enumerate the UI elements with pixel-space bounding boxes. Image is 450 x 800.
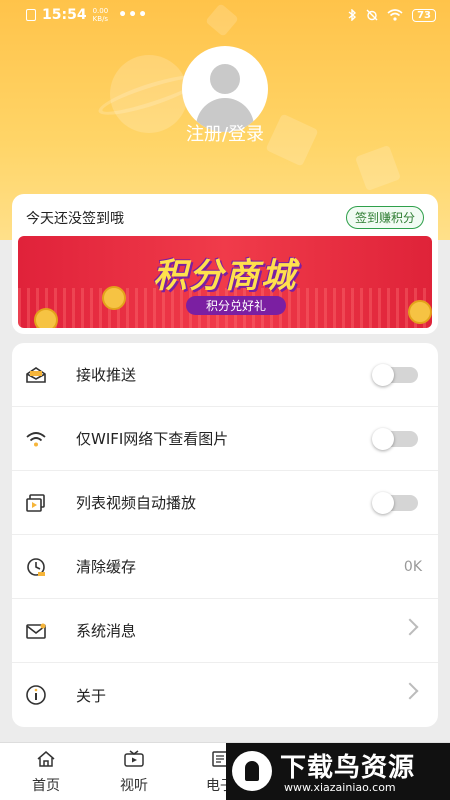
network-speed: 0.00 KB/s: [93, 7, 109, 23]
watermark-url: www.xiazainiao.com: [284, 781, 396, 794]
points-mall-banner[interactable]: 积分商城 积分兑好礼: [18, 236, 432, 328]
chevron-right-icon: [401, 618, 419, 636]
autoplay-toggle[interactable]: [372, 492, 418, 514]
settings-label: 列表视频自动播放: [76, 494, 197, 512]
wifi-icon: [24, 427, 48, 451]
settings-list: 接收推送 仅WIFI网络下查看图片 列表视频自动播放 清除缓存 0K 系统消息 …: [12, 343, 438, 727]
status-bar: 15:54 0.00 KB/s ••• 73: [0, 0, 450, 30]
coin-decoration: [34, 308, 58, 328]
settings-row-autoplay[interactable]: 列表视频自动播放: [12, 471, 438, 535]
video-list-icon: [24, 491, 48, 515]
login-register-link[interactable]: 注册/登录: [0, 120, 450, 146]
tv-icon: [104, 749, 164, 769]
push-toggle[interactable]: [372, 364, 418, 386]
envelope-open-icon: [24, 363, 48, 387]
battery-indicator: 73: [412, 8, 436, 22]
chevron-right-icon: [401, 682, 419, 700]
banner-title: 积分商城: [153, 256, 297, 296]
network-speed-unit: KB/s: [92, 15, 109, 23]
alarm-off-icon: [366, 9, 378, 21]
toggle-knob: [372, 492, 394, 514]
watermark-bird-logo: [232, 751, 272, 791]
home-icon: [16, 749, 76, 769]
coin-decoration: [408, 300, 432, 324]
settings-row-wifi-images[interactable]: 仅WIFI网络下查看图片: [12, 407, 438, 471]
watermark-title: 下载鸟资源: [280, 753, 416, 783]
cache-size-value: 0K: [403, 558, 422, 575]
watermark: 下载鸟资源 www.xiazainiao.com: [226, 743, 450, 800]
signin-card: 今天还没签到哦 签到赚积分 积分商城 积分兑好礼: [12, 194, 438, 334]
mail-icon: [24, 619, 48, 643]
tab-video[interactable]: 视听: [104, 749, 164, 795]
tab-label: 首页: [32, 778, 60, 794]
settings-row-clear-cache[interactable]: 清除缓存 0K: [12, 535, 438, 599]
settings-row-about[interactable]: 关于: [12, 663, 438, 727]
clock-icon: [24, 555, 48, 579]
settings-label: 关于: [76, 686, 107, 705]
banner-subtitle: 积分兑好礼: [186, 296, 286, 315]
settings-label: 接收推送: [76, 366, 137, 384]
settings-label: 清除缓存: [76, 558, 137, 576]
toggle-knob: [372, 364, 394, 386]
bluetooth-icon: [348, 9, 357, 21]
wifi-images-toggle[interactable]: [372, 428, 418, 450]
tab-home[interactable]: 首页: [16, 749, 76, 795]
network-speed-value: 0.00: [92, 7, 109, 15]
toggle-knob: [372, 428, 394, 450]
signin-earn-points-button[interactable]: 签到赚积分: [345, 206, 424, 229]
wifi-status-icon: [387, 9, 403, 21]
decoration-shape: [354, 144, 402, 192]
settings-label: 仅WIFI网络下查看图片: [76, 430, 229, 448]
settings-label: 系统消息: [76, 622, 137, 640]
status-time: 15:54: [42, 7, 87, 23]
avatar-head-shape: [210, 64, 240, 94]
signin-prompt: 今天还没签到哦: [26, 211, 124, 227]
settings-row-push[interactable]: 接收推送: [12, 343, 438, 407]
settings-row-system-messages[interactable]: 系统消息: [12, 599, 438, 663]
info-icon: [24, 683, 48, 707]
tab-label: 视听: [120, 778, 148, 794]
sim-icon: [26, 9, 36, 21]
more-notifications-icon: •••: [118, 7, 149, 23]
